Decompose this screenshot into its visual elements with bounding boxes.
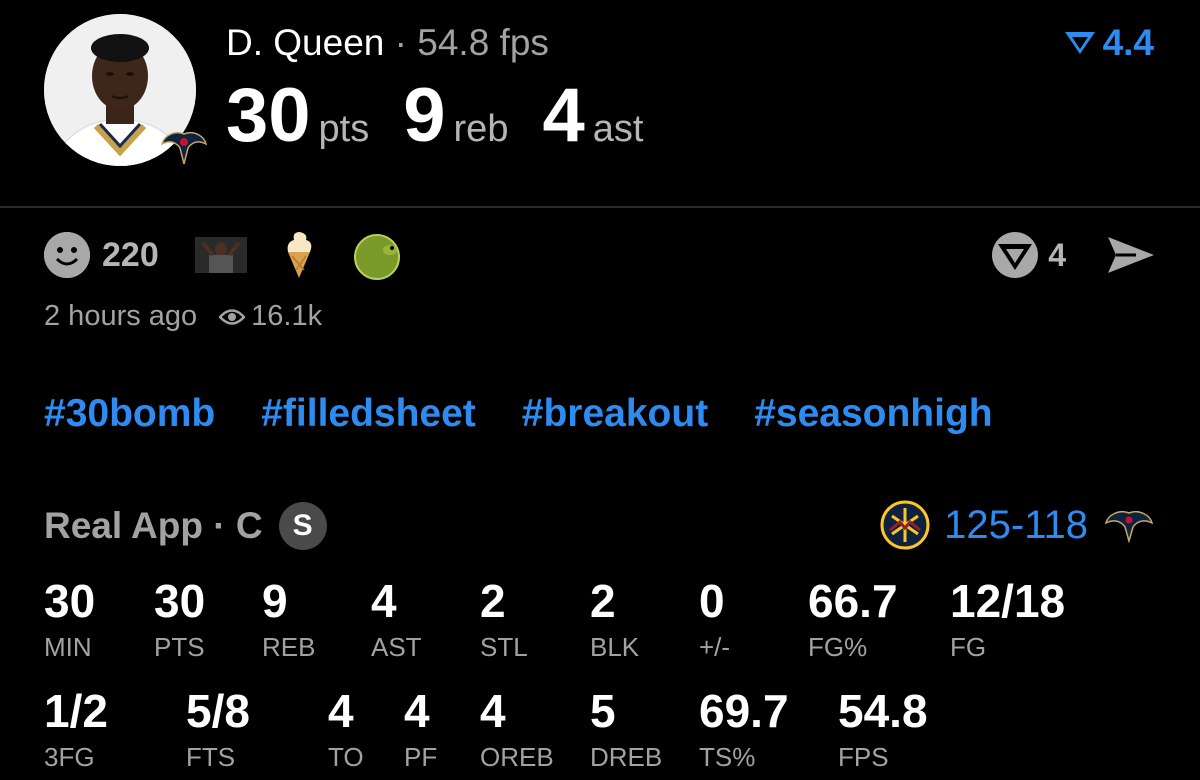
- name-separator: ·: [394, 22, 407, 63]
- stat-blk: 2 BLK: [590, 578, 639, 662]
- stat-label: FPS: [838, 742, 889, 772]
- views-value: 16.1k: [251, 300, 323, 332]
- stat-value: 2: [480, 575, 506, 627]
- stat-oreb: 4 OREB: [480, 688, 554, 772]
- stat-value: 5: [590, 685, 616, 737]
- send-icon[interactable]: [1106, 233, 1156, 277]
- pelicans-logo-icon: [1104, 511, 1154, 543]
- view-count: 16.1k: [219, 300, 322, 333]
- eye-icon: [219, 308, 246, 325]
- source-label: Real App · C: [44, 505, 263, 546]
- stat-value: 0: [699, 575, 725, 627]
- points-unit: pts: [318, 108, 370, 150]
- starter-badge: S: [278, 502, 327, 550]
- away-score: 118: [1024, 502, 1088, 547]
- time-ago: 2 hours ago: [44, 300, 198, 332]
- reactions-row: 220: [44, 230, 429, 280]
- soft-serve-icon[interactable]: [273, 229, 325, 281]
- headline-stats: 30 pts 9 reb 4 ast: [226, 72, 677, 159]
- stat-value: 2: [590, 575, 616, 627]
- hashtag-list: #30bomb #filledsheet #breakout #seasonhi…: [44, 392, 993, 436]
- stat-value: 69.7: [699, 685, 789, 737]
- player-photo-reaction[interactable]: [194, 229, 247, 281]
- stat-pf: 4 PF: [404, 688, 437, 772]
- stat-pts: 30 PTS: [154, 578, 205, 662]
- stat-3fg: 1/2 3FG: [44, 688, 108, 772]
- stat-reb: 9 REB: [262, 578, 315, 662]
- hashtag-link[interactable]: #30bomb: [44, 392, 215, 436]
- header-divider: [0, 206, 1200, 208]
- stat-label: 3FG: [44, 742, 95, 772]
- hashtag-link[interactable]: #seasonhigh: [754, 392, 992, 436]
- real-logo-icon[interactable]: [990, 230, 1040, 280]
- stat-label: DREB: [590, 742, 663, 772]
- share-row: 4: [990, 230, 1156, 280]
- stat-label: +/-: [699, 632, 731, 662]
- stat-label: PTS: [154, 632, 205, 662]
- rating-value: 4.4: [1102, 22, 1154, 63]
- stat-plus-minus: 0 +/-: [699, 578, 730, 662]
- nuggets-logo-icon: [880, 500, 930, 550]
- stat-fg: 12/18 FG: [950, 578, 1065, 662]
- pelicans-logo-icon: [160, 128, 208, 168]
- stat-value: 4: [328, 685, 354, 737]
- rating-badge[interactable]: 4.4: [1063, 22, 1154, 64]
- post-meta: 2 hours ago 16.1k: [44, 300, 322, 333]
- stat-label: PF: [404, 742, 438, 772]
- player-name[interactable]: D. Queen: [226, 22, 384, 63]
- rebounds-unit: reb: [453, 108, 509, 150]
- stat-ts-pct: 69.7 TS%: [699, 688, 789, 772]
- stat-value: 4: [404, 685, 430, 737]
- share-count: 4: [1048, 236, 1066, 273]
- reaction-count[interactable]: 220: [102, 236, 159, 275]
- bird-ball-reaction[interactable]: [351, 229, 403, 281]
- stat-label: FTS: [186, 742, 236, 772]
- stat-value: 1/2: [44, 685, 108, 737]
- stat-label: AST: [371, 632, 422, 662]
- stat-label: STL: [480, 632, 528, 662]
- points-value: 30: [226, 73, 311, 158]
- real-v-icon: [1064, 32, 1095, 54]
- source-row: Real App · C S: [44, 502, 327, 550]
- stat-value: 4: [371, 575, 397, 627]
- stat-value: 12/18: [950, 575, 1066, 627]
- stat-label: OREB: [480, 742, 554, 772]
- stat-label: TS%: [699, 742, 756, 772]
- fantasy-points-text: 54.8 fps: [417, 22, 549, 63]
- stat-ast: 4 AST: [371, 578, 422, 662]
- rebounds-value: 9: [403, 73, 446, 158]
- stat-value: 5/8: [186, 685, 250, 737]
- player-name-line: D. Queen · 54.8 fps: [226, 22, 549, 64]
- stat-value: 30: [154, 575, 206, 627]
- game-score[interactable]: 125-118: [880, 500, 1154, 550]
- stat-label: BLK: [590, 632, 640, 662]
- stat-label: MIN: [44, 632, 92, 662]
- assists-unit: ast: [592, 108, 644, 150]
- home-score: 125: [944, 502, 1011, 547]
- stat-stl: 2 STL: [480, 578, 528, 662]
- stat-value: 54.8: [838, 685, 928, 737]
- stat-label: FG%: [808, 632, 868, 662]
- assists-value: 4: [542, 73, 585, 158]
- stat-value: 66.7: [808, 575, 898, 627]
- stat-fts: 5/8 FTS: [186, 688, 250, 772]
- stat-dreb: 5 DREB: [590, 688, 662, 772]
- stat-label: FG: [950, 632, 987, 662]
- score-dash: -: [1010, 502, 1025, 547]
- stat-value: 30: [44, 575, 96, 627]
- stat-label: TO: [328, 742, 364, 772]
- stat-label: REB: [262, 632, 316, 662]
- stat-fg-pct: 66.7 FG%: [808, 578, 898, 662]
- stat-to: 4 TO: [328, 688, 364, 772]
- stat-value: 9: [262, 575, 288, 627]
- stat-min: 30 MIN: [44, 578, 95, 662]
- hashtag-link[interactable]: #filledsheet: [261, 392, 476, 436]
- stat-value: 4: [480, 685, 506, 737]
- hashtag-link[interactable]: #breakout: [522, 392, 708, 436]
- stat-fps: 54.8 FPS: [838, 688, 928, 772]
- smiley-icon[interactable]: [44, 232, 90, 278]
